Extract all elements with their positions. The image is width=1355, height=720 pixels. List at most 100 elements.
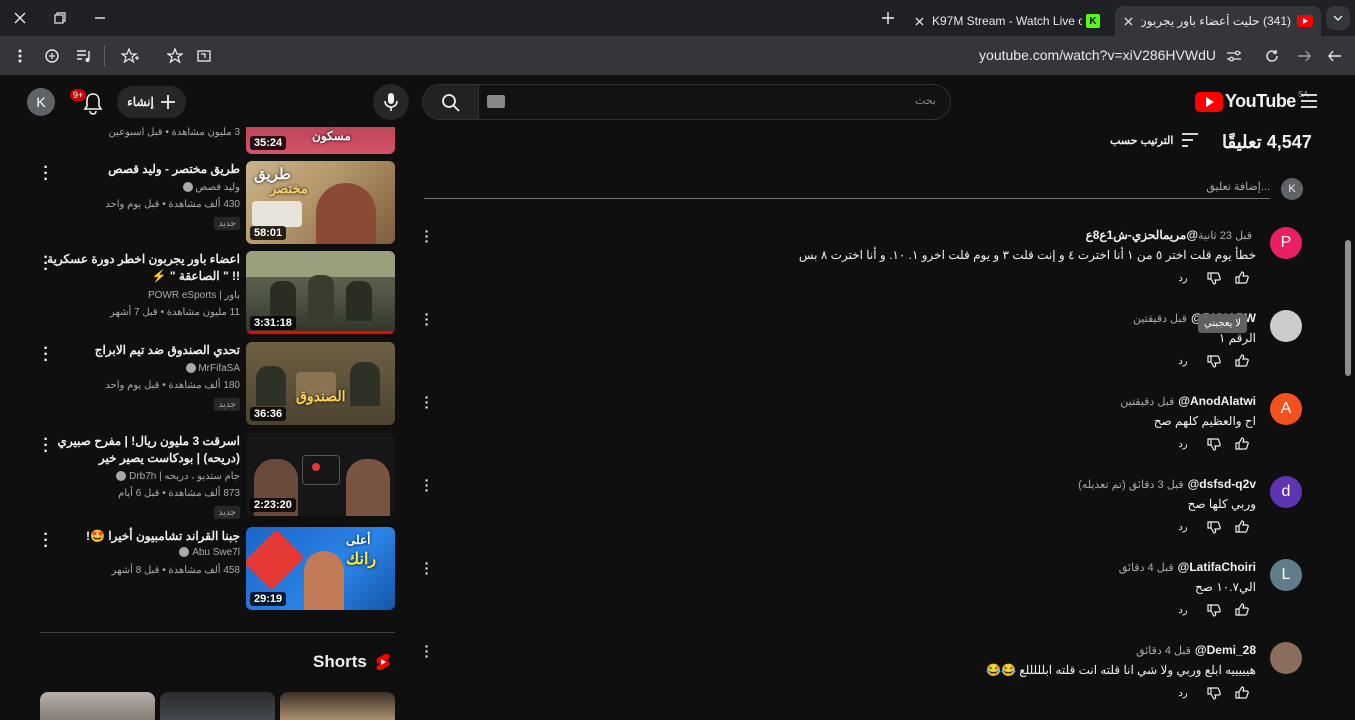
reply-button[interactable]: رد (1166, 522, 1200, 533)
video-channel[interactable]: Abu Swe7l (179, 547, 240, 558)
like-icon[interactable] (1228, 520, 1256, 534)
add-comment-input[interactable]: إضافة تعليق... (1206, 180, 1270, 193)
tab-k97m[interactable]: K97M Stream - Watch Live on Kick K (906, 6, 1114, 36)
video-title[interactable]: اسرقت 3 مليون ريال! | مفرح صبيري (دريحه)… (40, 433, 240, 467)
dislike-icon[interactable] (1200, 354, 1228, 368)
bookmark-star-icon[interactable] (163, 44, 187, 68)
like-icon[interactable] (1228, 603, 1256, 617)
dislike-icon[interactable] (1200, 437, 1228, 451)
video-menu-icon[interactable]: · · · (42, 160, 50, 188)
video-channel[interactable]: باور | POWR eSports (148, 290, 240, 301)
like-icon[interactable] (1228, 686, 1256, 700)
page-scrollbar[interactable] (1345, 240, 1351, 376)
create-button[interactable]: إنشاء (117, 86, 186, 118)
url-text[interactable]: youtube.com/watch?v=xiV286HVWdU (979, 47, 1216, 63)
comment-avatar[interactable]: A (1270, 393, 1302, 425)
comment-avatar[interactable]: P (1270, 227, 1302, 259)
hamburger-menu-icon[interactable] (1300, 93, 1320, 111)
minimize-window-icon[interactable] (90, 8, 110, 28)
forward-arrow-icon[interactable] (1323, 44, 1347, 68)
dislike-icon[interactable] (1200, 603, 1228, 617)
comment-menu-icon[interactable]: · · · (424, 307, 430, 331)
video-thumbnail[interactable]: مسكون 35:24 (246, 127, 395, 154)
comment-time[interactable]: قبل 4 دقائق (1136, 645, 1191, 657)
comment-avatar[interactable]: L (1270, 559, 1302, 591)
video-thumbnail[interactable]: الصندوق 36:36 (246, 342, 395, 425)
video-thumbnail[interactable]: 2:23:20 (246, 433, 395, 516)
comment-menu-icon[interactable]: · · · (424, 224, 430, 248)
open-in-app-icon[interactable] (192, 44, 216, 68)
back-arrow-icon[interactable] (1292, 44, 1316, 68)
sort-button[interactable]: الترتيب حسب (1110, 133, 1199, 147)
like-icon[interactable] (1228, 354, 1256, 368)
comment-author[interactable]: @dsfsd-q2v (1188, 477, 1256, 491)
comment-time[interactable]: قبل دقيقتين (1133, 313, 1187, 325)
video-title[interactable]: اعضاء باور يجربون اخطر دورة عسكرية !! " … (40, 251, 240, 285)
comment-menu-icon[interactable]: · · · (424, 556, 430, 580)
search-input[interactable]: بحث (478, 84, 951, 120)
comment-menu-icon[interactable]: · · · (424, 473, 430, 497)
short-thumbnail[interactable] (40, 692, 155, 720)
comment-time[interactable]: قبل 4 دقائق (1119, 562, 1174, 574)
comment-avatar[interactable] (1270, 310, 1302, 342)
close-window-icon[interactable] (10, 8, 30, 28)
reply-button[interactable]: رد (1166, 356, 1200, 367)
tab-search-chevron-icon[interactable] (1326, 6, 1350, 30)
extension-icon[interactable] (40, 44, 64, 68)
like-icon[interactable] (1228, 271, 1256, 285)
short-thumbnail[interactable] (160, 692, 275, 720)
dislike-icon[interactable] (1200, 520, 1228, 534)
site-settings-icon[interactable] (1222, 44, 1246, 68)
restore-window-icon[interactable] (50, 8, 70, 28)
search-button[interactable] (422, 84, 479, 120)
video-thumbnail[interactable]: طريق مختصر 58:01 (246, 161, 395, 244)
channel-name[interactable]: وليد قصص (195, 182, 240, 193)
media-controls-icon[interactable] (72, 44, 96, 68)
video-channel[interactable]: MrFifaSA (185, 363, 240, 374)
comment-time[interactable]: قبل دقيقتين (1120, 396, 1174, 408)
video-thumbnail[interactable]: أعلى رانك 29:19 (246, 527, 395, 610)
favorites-icon[interactable] (118, 44, 142, 68)
reply-button[interactable]: رد (1166, 605, 1200, 616)
channel-name[interactable]: MrFifaSA (198, 363, 240, 374)
comment-time[interactable]: قبل 23 ثانية (1198, 230, 1252, 242)
video-title[interactable]: جبنا القراند تشامبيون أخيرا 🤩! (40, 528, 240, 545)
notifications-button[interactable]: 9+ (70, 88, 104, 116)
video-menu-icon[interactable]: · · · (42, 250, 50, 278)
comment-time[interactable]: قبل 3 دقائق (تم تعديله) (1078, 479, 1183, 491)
video-channel[interactable]: جام ستديو ، دريحه | Drb7h (116, 471, 240, 482)
video-channel[interactable]: وليد قصص (182, 182, 240, 193)
dislike-icon[interactable] (1200, 686, 1228, 700)
dislike-icon[interactable] (1200, 271, 1228, 285)
short-thumbnail[interactable] (280, 692, 395, 720)
comment-author[interactable]: @مريمالحزي-ش1ع8ع (1086, 228, 1198, 242)
video-title[interactable]: طريق مختصر - وليد قصص (40, 161, 240, 178)
comment-author[interactable]: @AnodAlatwi (1178, 394, 1256, 408)
video-menu-icon[interactable]: · · · (42, 527, 50, 555)
reply-button[interactable]: رد (1166, 439, 1200, 450)
reply-button[interactable]: رد (1166, 688, 1200, 699)
reload-icon[interactable] (1260, 44, 1284, 68)
comment-menu-icon[interactable]: · · · (424, 390, 430, 414)
tab-youtube[interactable]: (341) حليت أعضاء باور يجربون الث (1115, 6, 1321, 36)
new-tab-icon[interactable] (878, 8, 898, 28)
tab-close-icon[interactable] (1115, 16, 1141, 26)
comment-menu-icon[interactable]: · · · (424, 639, 430, 663)
tab-close-icon[interactable] (906, 16, 932, 26)
menu-dots-icon[interactable] (10, 46, 30, 66)
channel-name[interactable]: Abu Swe7l (192, 547, 240, 558)
video-title[interactable]: تحدي الصندوق ضد تيم الابراج (40, 342, 240, 359)
voice-search-button[interactable] (373, 84, 409, 120)
comment-avatar[interactable] (1270, 642, 1302, 674)
like-icon[interactable] (1228, 437, 1256, 451)
reply-button[interactable]: رد (1166, 273, 1200, 284)
youtube-logo[interactable]: YouTube SA (1195, 90, 1309, 112)
comment-author[interactable]: @Demi_28 (1195, 643, 1256, 657)
video-thumbnail[interactable]: 3:31:18 (246, 251, 395, 334)
comment-author[interactable]: @LatifaChoiri (1178, 560, 1256, 574)
video-menu-icon[interactable]: · · · (42, 341, 50, 369)
channel-name[interactable]: جام ستديو ، دريحه | Drb7h (129, 471, 240, 482)
keyboard-icon[interactable] (487, 95, 505, 108)
account-avatar[interactable]: K (27, 88, 55, 116)
video-menu-icon[interactable]: · · · (42, 432, 50, 460)
